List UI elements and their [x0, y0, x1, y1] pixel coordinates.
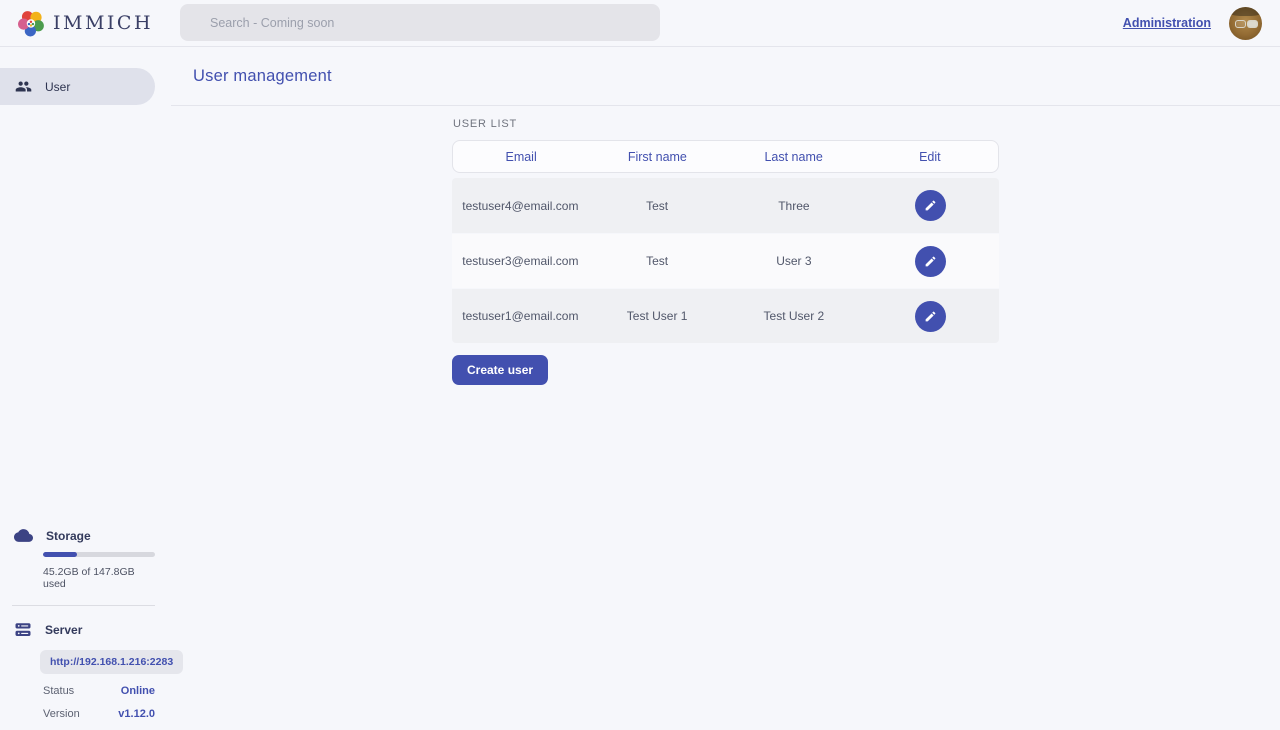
cell-last-name: Test User 2: [726, 309, 863, 323]
app-title: IMMICH: [53, 12, 153, 34]
server-title: Server: [45, 623, 82, 637]
cell-email: testuser3@email.com: [452, 254, 589, 268]
cloud-icon: [14, 526, 33, 545]
cell-last-name: Three: [726, 199, 863, 213]
edit-user-button[interactable]: [915, 301, 946, 332]
server-url-badge: http://192.168.1.216:2283: [40, 650, 183, 674]
table-row: testuser4@email.comTestThree: [452, 178, 999, 233]
pencil-icon: [924, 310, 937, 323]
user-list-section-title: USER LIST: [453, 118, 999, 130]
cell-email: testuser4@email.com: [452, 199, 589, 213]
table-body: testuser4@email.comTestThreetestuser3@em…: [452, 178, 999, 343]
edit-user-button[interactable]: [915, 190, 946, 221]
server-info-rows: Status Online Version v1.12.0: [0, 685, 155, 720]
storage-title: Storage: [46, 529, 91, 543]
server-info-value: v1.12.0: [118, 708, 155, 720]
sidebar-item-user[interactable]: User: [0, 68, 155, 105]
user-avatar[interactable]: [1229, 7, 1262, 40]
storage-progress-fill: [43, 552, 77, 557]
app-logo[interactable]: IMMICH: [0, 10, 153, 37]
main-content: User management USER LIST EmailFirst nam…: [171, 47, 1280, 730]
edit-user-button[interactable]: [915, 246, 946, 277]
cell-first-name: Test User 1: [589, 309, 726, 323]
page-title: User management: [193, 67, 332, 86]
server-info-row: Version v1.12.0: [43, 708, 155, 720]
top-bar: IMMICH Administration: [0, 0, 1280, 47]
administration-link[interactable]: Administration: [1123, 16, 1211, 30]
create-user-button[interactable]: Create user: [452, 355, 548, 385]
server-info-label: Status: [43, 685, 74, 697]
column-header: First name: [589, 150, 725, 164]
cell-edit: [862, 190, 999, 221]
column-header: Last name: [726, 150, 862, 164]
table-row: testuser1@email.comTest User 1Test User …: [452, 288, 999, 343]
page-header: User management: [171, 47, 1280, 106]
server-icon: [14, 621, 32, 639]
search-input[interactable]: [180, 4, 660, 41]
cell-first-name: Test: [589, 254, 726, 268]
column-header: Edit: [862, 150, 998, 164]
server-info-value: Online: [121, 685, 155, 697]
storage-progress-bar: [43, 552, 155, 557]
cell-email: testuser1@email.com: [452, 309, 589, 323]
server-info-label: Version: [43, 708, 80, 720]
sidebar-divider: [12, 605, 155, 606]
cell-edit: [862, 246, 999, 277]
cell-edit: [862, 301, 999, 332]
table-header-row: EmailFirst nameLast nameEdit: [452, 140, 999, 173]
sidebar: User Storage 45.2GB of 147.8GB used: [0, 47, 171, 730]
server-info-row: Status Online: [43, 685, 155, 697]
storage-usage-text: 45.2GB of 147.8GB used: [43, 566, 155, 590]
cell-last-name: User 3: [726, 254, 863, 268]
pencil-icon: [924, 255, 937, 268]
table-row: testuser3@email.comTestUser 3: [452, 233, 999, 288]
pencil-icon: [924, 199, 937, 212]
column-header: Email: [453, 150, 589, 164]
users-icon: [15, 78, 32, 95]
immich-flower-icon: [18, 10, 45, 37]
cell-first-name: Test: [589, 199, 726, 213]
sidebar-status-panel: Storage 45.2GB of 147.8GB used Server ht…: [0, 526, 155, 720]
sidebar-item-label: User: [45, 80, 70, 94]
